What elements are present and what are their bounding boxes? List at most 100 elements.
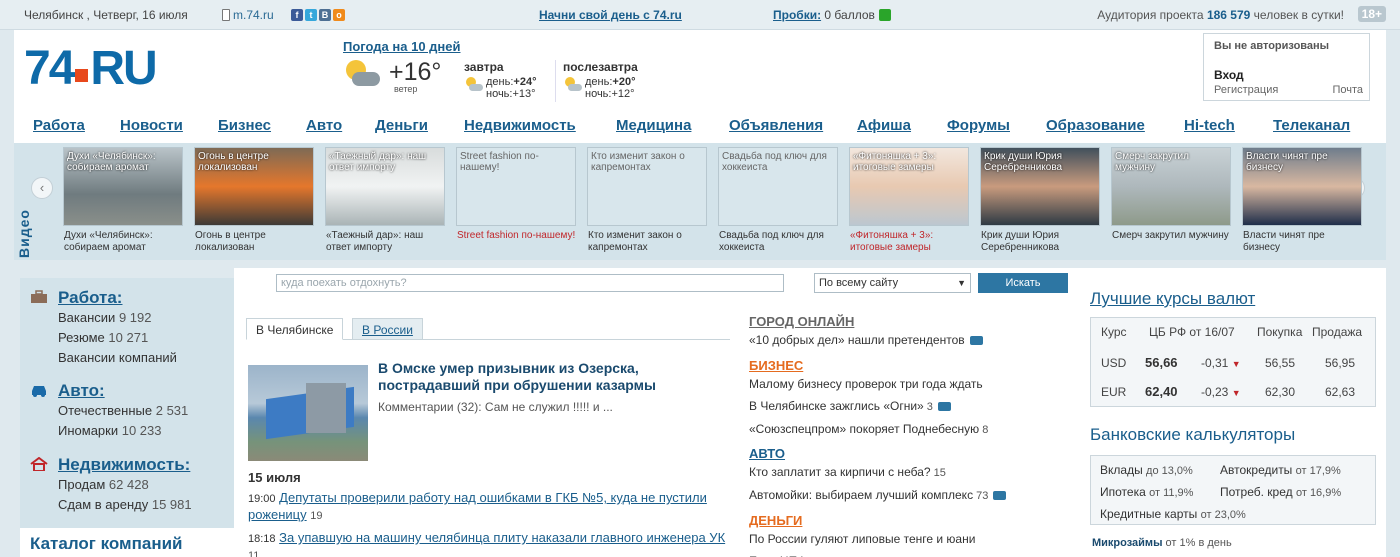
section-work-title[interactable]: Работа: <box>30 288 177 308</box>
video-caption[interactable]: «Таежный дар»: наш ответ импорту <box>326 230 446 254</box>
rubric-title[interactable]: БИЗНЕС <box>749 358 1059 373</box>
section-auto-title[interactable]: Авто: <box>30 381 188 401</box>
company-catalog[interactable]: Каталог компаний <box>20 528 234 557</box>
weather-10-days-link[interactable]: Погода на 10 дней <box>343 39 460 54</box>
video-caption[interactable]: Крик души Юрия Серебренникова <box>981 230 1101 254</box>
video-item[interactable]: Власти чинят пре бизнесу Власти чинят пре… <box>1242 147 1362 257</box>
site-logo[interactable]: 74 RU <box>24 42 158 96</box>
rubric-link[interactable]: Автомойки: выбираем лучший комплекс 73 <box>749 487 1059 504</box>
search-scope-select[interactable]: По всему сайту ▼ <box>814 273 971 293</box>
video-thumbnail[interactable]: Огонь в центре локализован <box>194 147 314 226</box>
nav-afisha[interactable]: Афиша <box>857 117 911 134</box>
work-link-company-vacancies[interactable]: Вакансии компаний <box>30 348 177 368</box>
video-thumbnail[interactable]: Свадьба под ключ для хоккеиста <box>718 147 838 226</box>
rubric-link[interactable]: Малому бизнесу проверок три года ждать <box>749 376 1059 392</box>
video-item[interactable]: Свадьба под ключ для хоккеиста Свадьба по… <box>718 147 838 257</box>
news-item[interactable]: 19:00 Депутаты проверили работу над ошиб… <box>248 490 728 524</box>
login-link[interactable]: Вход <box>1214 68 1244 82</box>
video-thumbnail[interactable]: Кто изменит закон о капремонтах <box>587 147 707 226</box>
traffic-widget[interactable]: Пробки: 0 баллов <box>773 8 891 22</box>
video-caption[interactable]: Духи «Челябинск»: собираем аромат <box>64 230 184 254</box>
video-item[interactable]: «Фитоняшка + 3»: итоговые замеры «Фитоняш… <box>849 147 969 257</box>
rubric-link[interactable]: Если НПФ не прошел проверку 4 <box>749 553 1059 557</box>
nav-hitech[interactable]: Hi-tech <box>1184 117 1235 134</box>
auto-link-foreign[interactable]: Иномарки 10 233 <box>30 421 188 441</box>
video-item[interactable]: Кто изменит закон о капремонтах Кто измен… <box>587 147 707 257</box>
odnoklassniki-icon[interactable]: о <box>333 9 345 21</box>
lead-news-image[interactable] <box>248 365 368 461</box>
video-thumbnail[interactable]: Власти чинят пре бизнесу <box>1242 147 1362 226</box>
age-badge: 18+ <box>1357 6 1386 22</box>
tab-russia[interactable]: В России <box>352 318 423 340</box>
nav-biznes[interactable]: Бизнес <box>218 117 271 134</box>
video-thumbnail[interactable]: «Фитоняшка + 3»: итоговые замеры <box>849 147 969 226</box>
video-item[interactable]: Street fashion по-нашему! Street fashion … <box>456 147 576 257</box>
carousel-prev-button[interactable]: ‹ <box>31 177 53 199</box>
video-thumbnail[interactable]: Street fashion по-нашему! <box>456 147 576 226</box>
video-thumbnail[interactable]: Духи «Челябинск»: собираем аромат <box>63 147 183 226</box>
video-caption[interactable]: «Фитоняшка + 3»: итоговые замеры <box>850 230 970 254</box>
video-item[interactable]: Смерч закрутил мужчину Смерч закрутил муж… <box>1111 147 1231 257</box>
estate-link-rent[interactable]: Сдам в аренду 15 981 <box>30 495 192 515</box>
news-item[interactable]: 18:18 За упавшую на машину челябинца пли… <box>248 530 728 557</box>
video-thumbnail[interactable]: «Таежный дар»: наш ответ импорту <box>325 147 445 226</box>
auto-link-domestic[interactable]: Отечественные 2 531 <box>30 401 188 421</box>
rubric-link[interactable]: Кто заплатит за кирпичи с неба? 15 <box>749 464 1059 481</box>
video-thumbnail[interactable]: Смерч закрутил мужчину <box>1111 147 1231 226</box>
tab-chelyabinsk[interactable]: В Челябинске <box>246 318 344 340</box>
rates-title[interactable]: Лучшие курсы валют <box>1090 289 1255 309</box>
nav-telekanal[interactable]: Телеканал <box>1273 117 1350 134</box>
estate-link-sell[interactable]: Продам 62 428 <box>30 475 192 495</box>
rubric-link[interactable]: «10 добрых дел» нашли претендентов <box>749 332 1059 348</box>
lead-news-comments[interactable]: Комментарии (32): Сам не служил !!!!! и … <box>378 400 613 414</box>
rubric-title[interactable]: ГОРОД ОНЛАЙН <box>749 314 1059 329</box>
nav-nedvizhimost[interactable]: Недвижимость <box>464 117 576 134</box>
video-caption[interactable]: Власти чинят пре бизнесу <box>1243 230 1363 254</box>
rubric-link[interactable]: «Союзспецпром» покоряет Поднебесную 8 <box>749 421 1059 438</box>
calc-link-consumer[interactable]: Потреб. кред от 16,9% <box>1220 485 1341 499</box>
register-link[interactable]: Регистрация <box>1214 84 1278 96</box>
work-link-resume[interactable]: Резюме 10 271 <box>30 328 177 348</box>
video-caption[interactable]: Кто изменит закон о капремонтах <box>588 230 708 254</box>
calc-link-mortgage[interactable]: Ипотека от 11,9% <box>1100 485 1193 499</box>
traffic-label[interactable]: Пробки: <box>773 8 821 22</box>
nav-novosti[interactable]: Новости <box>120 117 183 134</box>
twitter-icon[interactable]: t <box>305 9 317 21</box>
nav-forumy[interactable]: Форумы <box>947 117 1010 134</box>
news-link[interactable]: За упавшую на машину челябинца плиту нак… <box>279 530 725 545</box>
mail-link[interactable]: Почта <box>1332 84 1363 96</box>
nav-obrazovanie[interactable]: Образование <box>1046 117 1145 134</box>
calc-link-autocredit[interactable]: Автокредиты от 17,9% <box>1220 463 1341 477</box>
search-input[interactable]: куда поехать отдохнуть? <box>276 274 784 292</box>
rubric-title[interactable]: ДЕНЬГИ <box>749 513 1059 528</box>
nav-medicina[interactable]: Медицина <box>616 117 691 134</box>
rubric-link[interactable]: По России гуляют липовые тенге и юани <box>749 531 1059 547</box>
video-caption[interactable]: Street fashion по-нашему! <box>457 230 577 242</box>
video-caption[interactable]: Свадьба под ключ для хоккеиста <box>719 230 839 254</box>
start-day-link[interactable]: Начни свой день с 74.ru <box>539 8 682 22</box>
nav-dengi[interactable]: Деньги <box>375 117 428 134</box>
video-item[interactable]: Духи «Челябинск»: собираем аромат Духи «Ч… <box>63 147 183 257</box>
microloans-link[interactable]: Микрозаймы от 1% в день <box>1092 537 1232 549</box>
briefcase-icon <box>31 290 47 303</box>
nav-rabota[interactable]: Работа <box>33 117 85 134</box>
video-caption[interactable]: Огонь в центре локализован <box>195 230 315 254</box>
rubric-title[interactable]: АВТО <box>749 446 1059 461</box>
video-caption[interactable]: Смерч закрутил мужчину <box>1112 230 1232 242</box>
work-link-vacancies[interactable]: Вакансии 9 192 <box>30 308 177 328</box>
video-item[interactable]: «Таежный дар»: наш ответ импорту «Таежный… <box>325 147 445 257</box>
mobile-link[interactable]: m.74.ru <box>222 8 274 22</box>
rubric-link[interactable]: В Челябинске зажглись «Огни» 3 <box>749 398 1059 415</box>
facebook-icon[interactable]: f <box>291 9 303 21</box>
video-thumbnail[interactable]: Крик души Юрия Серебренникова <box>980 147 1100 226</box>
section-estate-title[interactable]: Недвижимость: <box>30 455 192 475</box>
calc-link-deposits[interactable]: Вклады до 13,0% <box>1100 463 1193 477</box>
search-button[interactable]: Искать <box>978 273 1068 293</box>
lead-news-title[interactable]: В Омске умер призывник из Озерска, постр… <box>378 360 708 394</box>
nav-obyavleniya[interactable]: Объявления <box>729 117 823 134</box>
calc-link-cards[interactable]: Кредитные карты от 23,0% <box>1100 507 1246 521</box>
video-item[interactable]: Крик души Юрия Серебренникова Крик души Ю… <box>980 147 1100 257</box>
vk-icon[interactable]: В <box>319 9 331 21</box>
nav-avto[interactable]: Авто <box>306 117 342 134</box>
video-item[interactable]: Огонь в центре локализован Огонь в центре… <box>194 147 314 257</box>
